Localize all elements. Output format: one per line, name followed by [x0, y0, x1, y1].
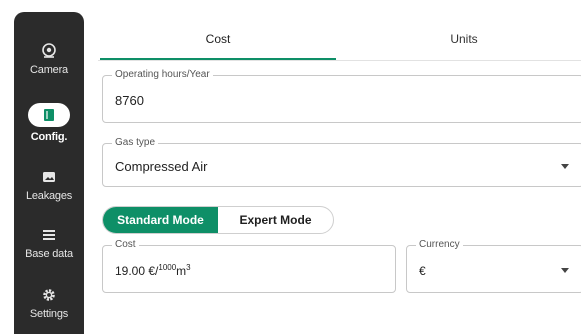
sidebar-item-base-data[interactable]: Base data — [14, 226, 84, 260]
camera-icon — [40, 42, 58, 60]
tab-cost[interactable]: Cost — [100, 18, 336, 60]
chevron-down-icon — [561, 164, 569, 169]
list-icon — [40, 226, 58, 244]
cost-unit-exponent: 3 — [186, 263, 191, 272]
sidebar-item-label: Settings — [29, 308, 69, 320]
active-indicator — [28, 103, 70, 127]
cost-value: 19.00 €/1000m3 — [115, 263, 191, 278]
operating-hours-field[interactable]: Operating hours/Year 8760 — [102, 69, 581, 123]
sidebar-item-label: Base data — [25, 248, 73, 260]
currency-value: € — [419, 264, 426, 278]
tab-units[interactable]: Units — [346, 18, 581, 60]
mode-toggle: Standard Mode Expert Mode — [102, 206, 334, 234]
sidebar-item-label: Config. — [30, 131, 68, 143]
chevron-down-icon — [561, 268, 569, 273]
operating-hours-label: Operating hours/Year — [112, 69, 213, 81]
sidebar-item-camera[interactable]: Camera — [14, 42, 84, 76]
sidebar-item-config[interactable]: Config. — [14, 103, 84, 143]
sidebar: Camera Config. Leakages Base data Settin… — [14, 12, 84, 334]
gas-type-select[interactable]: Gas type Compressed Air — [102, 137, 581, 187]
tab-bar: Cost Units — [98, 18, 581, 61]
operating-hours-value: 8760 — [115, 93, 144, 108]
tab-divider — [98, 60, 581, 61]
sidebar-item-leakages[interactable]: Leakages — [14, 168, 84, 202]
sidebar-item-label: Camera — [30, 64, 68, 76]
gear-icon — [40, 286, 58, 304]
sidebar-item-settings[interactable]: Settings — [14, 286, 84, 320]
sidebar-item-label: Leakages — [25, 190, 73, 202]
cost-label: Cost — [112, 239, 139, 251]
expert-mode-button[interactable]: Expert Mode — [218, 207, 333, 233]
currency-select[interactable]: Currency € — [406, 239, 581, 293]
currency-label: Currency — [416, 239, 463, 251]
cost-unit: m — [176, 264, 187, 278]
cost-amount: 19.00 €/ — [115, 264, 159, 278]
gas-type-value: Compressed Air — [115, 159, 208, 174]
image-icon — [40, 168, 58, 186]
gas-type-label: Gas type — [112, 137, 159, 149]
cost-volume-multiplier: 1000 — [158, 263, 177, 272]
book-icon — [40, 106, 58, 124]
cost-field[interactable]: Cost 19.00 €/1000m3 — [102, 239, 396, 293]
standard-mode-button[interactable]: Standard Mode — [103, 207, 218, 233]
